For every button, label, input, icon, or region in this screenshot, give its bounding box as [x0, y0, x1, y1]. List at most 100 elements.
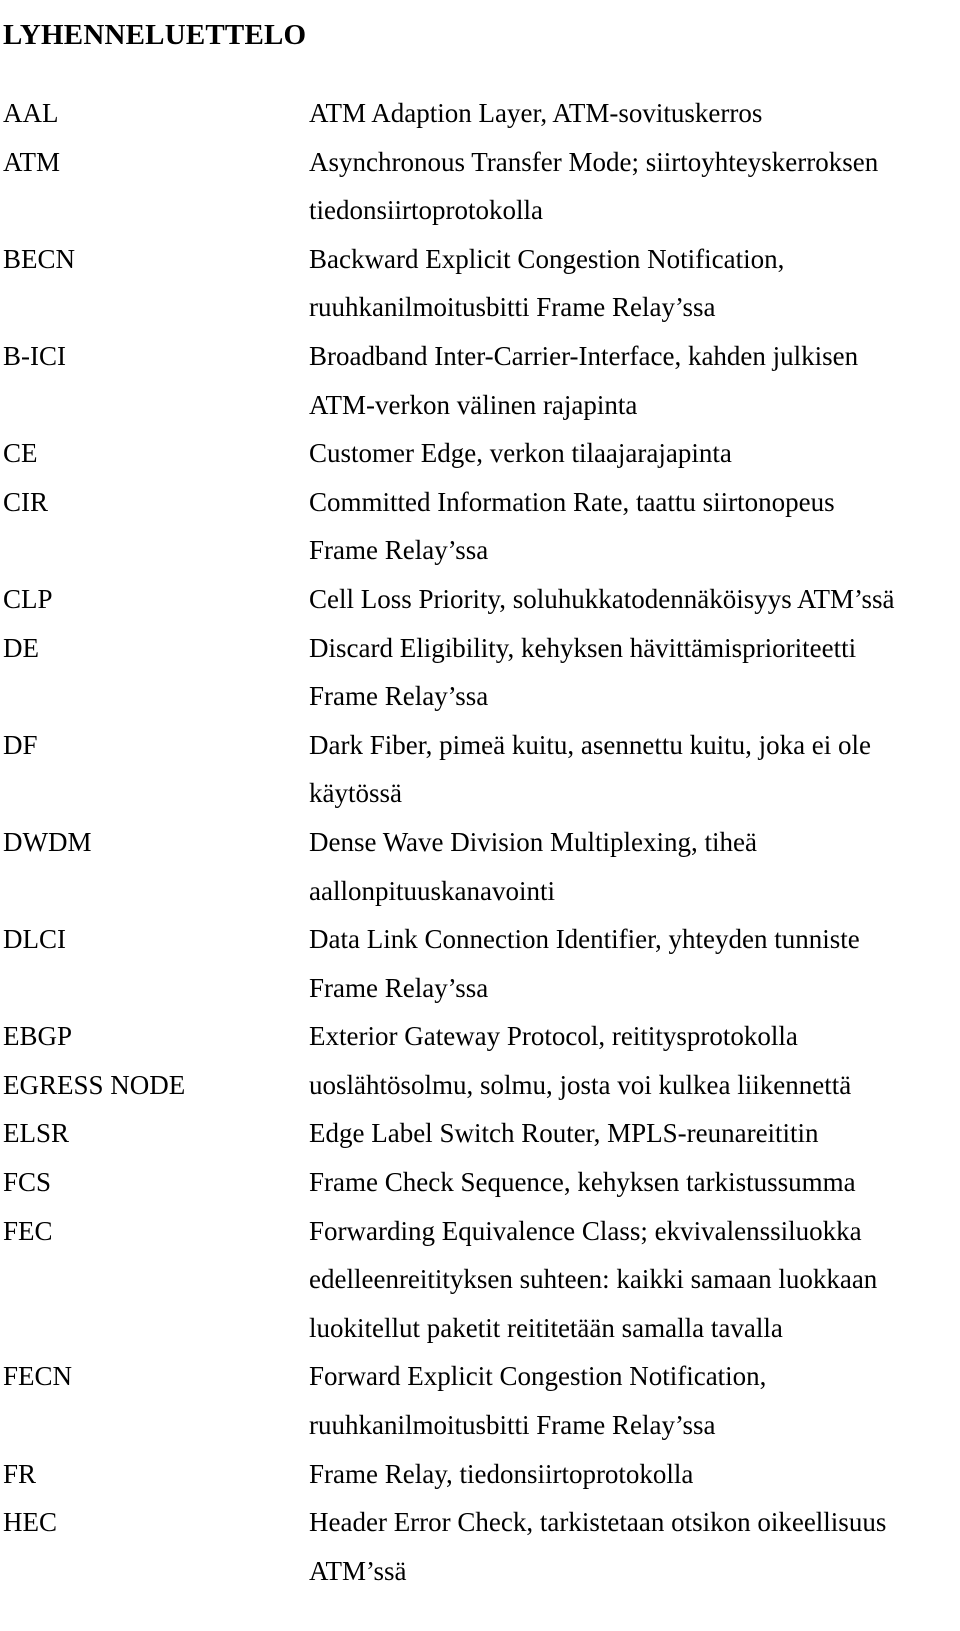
- abbreviation-term: B-ICI: [3, 340, 66, 371]
- glossary-line: luokitellut paketit reititetään samalla …: [0, 1311, 960, 1360]
- abbreviation-term: ATM: [3, 146, 61, 177]
- abbreviation-definition-continuation: ATM-verkon välinen rajapinta: [309, 389, 638, 420]
- glossary-entry: BECN Backward Explicit Congestion Notific…: [0, 242, 960, 339]
- glossary-line: CLP Cell Loss Priority, soluhukkatodennäk…: [0, 582, 960, 631]
- abbreviation-definition: Discard Eligibility, kehyksen hävittämis…: [309, 632, 857, 663]
- abbreviation-definition: Frame Relay, tiedonsiirtoprotokolla: [309, 1458, 694, 1489]
- glossary-entry: FR Frame Relay, tiedonsiirtoprotokolla: [0, 1457, 960, 1506]
- abbreviation-definition-continuation: käytössä: [309, 778, 402, 809]
- glossary-line: FR Frame Relay, tiedonsiirtoprotokolla: [0, 1457, 960, 1506]
- glossary-line: ruuhkanilmoitusbitti Frame Relay’ssa: [0, 290, 960, 339]
- abbreviation-definition: Edge Label Switch Router, MPLS-reunareit…: [309, 1118, 819, 1149]
- abbreviation-term: HEC: [3, 1507, 57, 1538]
- abbreviation-definition: Forward Explicit Congestion Notification…: [309, 1361, 767, 1392]
- abbreviation-definition-continuation: tiedonsiirtoprotokolla: [309, 195, 543, 226]
- glossary-line: EGRESS NODE uoslähtösolmu, solmu, josta v…: [0, 1068, 960, 1117]
- abbreviation-definition: Backward Explicit Congestion Notificatio…: [309, 243, 785, 274]
- glossary-line: DWDM Dense Wave Division Multiplexing, ti…: [0, 825, 960, 874]
- abbreviation-term: DWDM: [3, 826, 92, 857]
- glossary-line: EBGP Exterior Gateway Protocol, reititysp…: [0, 1019, 960, 1068]
- glossary-line: ATM’ssä: [0, 1554, 960, 1603]
- glossary-entry: CIR Committed Information Rate, taattu si…: [0, 485, 960, 582]
- glossary-line: ATM Asynchronous Transfer Mode; siirtoyht…: [0, 145, 960, 194]
- glossary-line: FEC Forwarding Equivalence Class; ekvival…: [0, 1214, 960, 1263]
- abbreviation-term: FEC: [3, 1215, 53, 1246]
- glossary-entry: HEC Header Error Check, tarkistetaan otsi…: [0, 1505, 960, 1602]
- glossary-line: DF Dark Fiber, pimeä kuitu, asennettu kui…: [0, 728, 960, 777]
- abbreviation-term: EGRESS NODE: [3, 1069, 186, 1100]
- abbreviation-definition-continuation: aallonpituuskanavointi: [309, 875, 555, 906]
- glossary-entry: DLCI Data Link Connection Identifier, yht…: [0, 922, 960, 1019]
- abbreviation-definition: Frame Check Sequence, kehyksen tarkistus…: [309, 1167, 856, 1198]
- abbreviation-definition-continuation: ruuhkanilmoitusbitti Frame Relay’ssa: [309, 1410, 716, 1441]
- glossary-entry: DWDM Dense Wave Division Multiplexing, ti…: [0, 825, 960, 922]
- glossary-line: edelleenreitityksen suhteen: kaikki sama…: [0, 1262, 960, 1311]
- abbreviation-definition: Dense Wave Division Multiplexing, tiheä: [309, 826, 758, 857]
- abbreviation-term: ELSR: [3, 1118, 70, 1149]
- abbreviation-definition: Asynchronous Transfer Mode; siirtoyhteys…: [309, 146, 879, 177]
- glossary-line: FECN Forward Explicit Congestion Notifica…: [0, 1359, 960, 1408]
- abbreviation-term: BECN: [3, 243, 76, 274]
- abbreviation-definition: Cell Loss Priority, soluhukkatodennäköis…: [309, 583, 895, 614]
- glossary-line: Frame Relay’ssa: [0, 679, 960, 728]
- glossary-entry: EGRESS NODE uoslähtösolmu, solmu, josta v…: [0, 1068, 960, 1117]
- document-page: LYHENNELUETTELO AAL ATM Adaption Layer, A…: [0, 0, 960, 1631]
- glossary-entry: ATM Asynchronous Transfer Mode; siirtoyht…: [0, 145, 960, 242]
- abbreviation-term: EBGP: [3, 1021, 73, 1052]
- glossary-line: CIR Committed Information Rate, taattu si…: [0, 485, 960, 534]
- glossary-line: AAL ATM Adaption Layer, ATM-sovituskerros: [0, 96, 960, 145]
- glossary-line: Frame Relay’ssa: [0, 971, 960, 1020]
- abbreviation-term: FCS: [3, 1167, 52, 1198]
- glossary-line: B-ICI Broadband Inter-Carrier-Interface, …: [0, 339, 960, 388]
- abbreviation-term: FECN: [3, 1361, 73, 1392]
- glossary-line: HEC Header Error Check, tarkistetaan otsi…: [0, 1505, 960, 1554]
- glossary-line: DLCI Data Link Connection Identifier, yht…: [0, 922, 960, 971]
- abbreviation-term: FR: [3, 1458, 37, 1489]
- glossary-line: ELSR Edge Label Switch Router, MPLS-reuna…: [0, 1116, 960, 1165]
- abbreviation-term: CE: [3, 438, 38, 469]
- glossary-entry: DE Discard Eligibility, kehyksen hävittäm…: [0, 631, 960, 728]
- glossary-line: Frame Relay’ssa: [0, 533, 960, 582]
- glossary-entry: CE Customer Edge, verkon tilaajarajapinta: [0, 436, 960, 485]
- glossary-line: ATM-verkon välinen rajapinta: [0, 388, 960, 437]
- abbreviation-definition: Dark Fiber, pimeä kuitu, asennettu kuitu…: [309, 729, 872, 760]
- abbreviation-definition-continuation: Frame Relay’ssa: [309, 535, 489, 566]
- glossary-line: CE Customer Edge, verkon tilaajarajapinta: [0, 436, 960, 485]
- abbreviation-definition-continuation: ruuhkanilmoitusbitti Frame Relay’ssa: [309, 292, 716, 323]
- abbreviation-list: AAL ATM Adaption Layer, ATM-sovituskerros…: [0, 96, 960, 1602]
- abbreviation-term: DF: [3, 729, 38, 760]
- abbreviation-definition: Data Link Connection Identifier, yhteyde…: [309, 924, 860, 955]
- abbreviation-definition: Committed Information Rate, taattu siirt…: [309, 486, 835, 517]
- glossary-entry: FECN Forward Explicit Congestion Notifica…: [0, 1359, 960, 1456]
- glossary-line: FCS Frame Check Sequence, kehyksen tarkis…: [0, 1165, 960, 1214]
- abbreviation-definition: Forwarding Equivalence Class; ekvivalens…: [309, 1215, 862, 1246]
- glossary-entry: CLP Cell Loss Priority, soluhukkatodennäk…: [0, 582, 960, 631]
- abbreviation-definition-continuation: luokitellut paketit reititetään samalla …: [309, 1312, 783, 1343]
- glossary-line: aallonpituuskanavointi: [0, 874, 960, 923]
- glossary-line: BECN Backward Explicit Congestion Notific…: [0, 242, 960, 291]
- glossary-entry: B-ICI Broadband Inter-Carrier-Interface, …: [0, 339, 960, 436]
- abbreviation-definition: Broadband Inter-Carrier-Interface, kahde…: [309, 340, 859, 371]
- abbreviation-definition-continuation: Frame Relay’ssa: [309, 972, 489, 1003]
- glossary-entry: ELSR Edge Label Switch Router, MPLS-reuna…: [0, 1116, 960, 1165]
- abbreviation-definition: Customer Edge, verkon tilaajarajapinta: [309, 438, 732, 469]
- page-title: LYHENNELUETTELO: [3, 19, 307, 52]
- glossary-entry: EBGP Exterior Gateway Protocol, reititysp…: [0, 1019, 960, 1068]
- abbreviation-term: DE: [3, 632, 39, 663]
- glossary-line: käytössä: [0, 776, 960, 825]
- glossary-entry: AAL ATM Adaption Layer, ATM-sovituskerros: [0, 96, 960, 145]
- abbreviation-term: AAL: [3, 98, 59, 128]
- abbreviation-term: CIR: [3, 486, 49, 517]
- glossary-line: DE Discard Eligibility, kehyksen hävittäm…: [0, 631, 960, 680]
- glossary-line: ruuhkanilmoitusbitti Frame Relay’ssa: [0, 1408, 960, 1457]
- abbreviation-definition-continuation: ATM’ssä: [309, 1555, 407, 1586]
- abbreviation-definition: uoslähtösolmu, solmu, josta voi kulkea l…: [309, 1069, 852, 1100]
- abbreviation-definition-continuation: edelleenreitityksen suhteen: kaikki sama…: [309, 1264, 878, 1295]
- abbreviation-definition: ATM Adaption Layer, ATM-sovituskerros: [309, 98, 763, 128]
- glossary-line: tiedonsiirtoprotokolla: [0, 193, 960, 242]
- glossary-entry: FEC Forwarding Equivalence Class; ekvival…: [0, 1214, 960, 1360]
- abbreviation-definition: Header Error Check, tarkistetaan otsikon…: [309, 1507, 887, 1538]
- glossary-entry: FCS Frame Check Sequence, kehyksen tarkis…: [0, 1165, 960, 1214]
- abbreviation-definition-continuation: Frame Relay’ssa: [309, 681, 489, 712]
- abbreviation-term: DLCI: [3, 924, 66, 955]
